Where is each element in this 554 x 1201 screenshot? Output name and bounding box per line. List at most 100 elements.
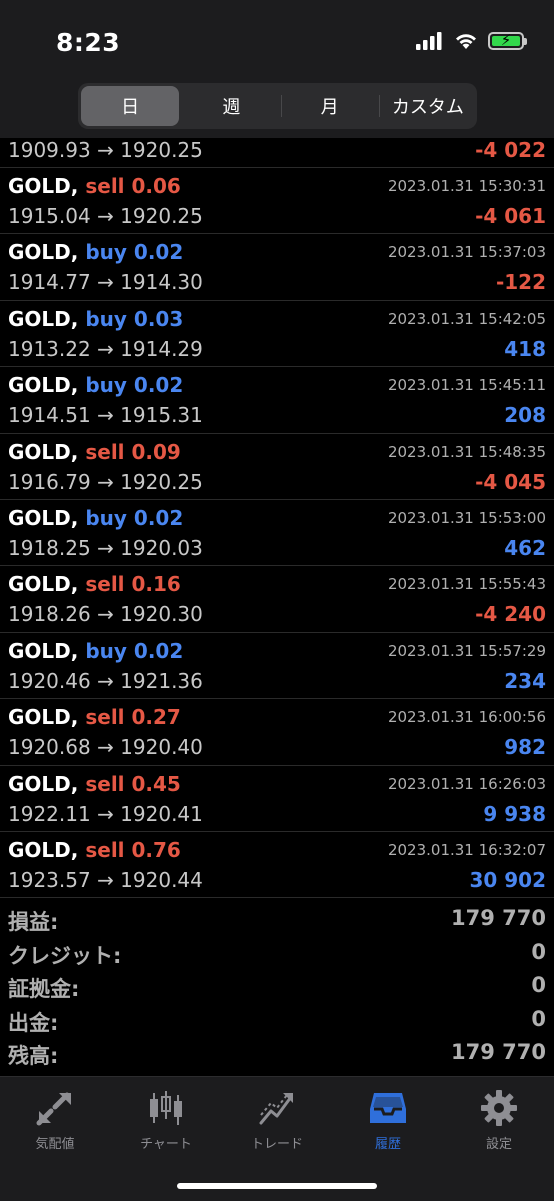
tab-settings[interactable]: 設定 (449, 1089, 549, 1152)
account-summary: 損益: 179 770 クレジット: 0 証拠金: 0 出金: 0 残高: 17… (0, 904, 554, 1072)
segment-week[interactable]: 週 (182, 83, 280, 129)
tab-quotes[interactable]: 気配値 (5, 1089, 105, 1152)
trade-datetime: 2023.01.31 15:30:31 (387, 177, 546, 195)
segment-day[interactable]: 日 (81, 86, 180, 126)
summary-value: 0 (531, 939, 546, 964)
trade-row[interactable]: GOLD, buy 0.03 2023.01.31 15:42:05 1913.22… (0, 301, 554, 368)
summary-label: 出金: (8, 1010, 59, 1035)
trade-prices: 1918.26 → 1920.30 (8, 602, 203, 627)
trade-side-volume: sell 0.09 (85, 439, 181, 464)
trade-row[interactable]: 1909.93 → 1920.25 -4 022 (0, 138, 554, 168)
summary-withdrawal: 出金: 0 (0, 1005, 554, 1039)
trade-history-list: 1909.93 → 1920.25 -4 022 GOLD, sell 0.06… (0, 138, 554, 899)
trade-title: GOLD, buy 0.02 (8, 506, 183, 530)
trade-symbol: GOLD, (8, 837, 79, 862)
trade-side-volume: buy 0.02 (85, 373, 184, 398)
trade-datetime: 2023.01.31 15:53:00 (387, 508, 546, 527)
trade-prices: 1914.51 → 1915.31 (8, 403, 203, 428)
status-time: 8:23 (56, 28, 121, 57)
summary-label: 残高: (8, 1044, 59, 1068)
trade-side-volume: sell 0.76 (85, 837, 181, 862)
trade-row[interactable]: GOLD, sell 0.06 2023.01.31 15:30:31 1915.0… (0, 168, 554, 235)
trade-datetime: 2023.01.31 16:00:56 (387, 708, 546, 727)
tab-label: 気配値 (35, 1137, 75, 1152)
wifi-icon (456, 34, 476, 49)
trade-title: GOLD, sell 0.76 (8, 838, 181, 862)
trade-profit: 30 902 (469, 867, 546, 892)
trade-profit: -4 022 (475, 138, 546, 162)
trade-profit: -4 240 (475, 602, 546, 627)
trade-side-volume: sell 0.45 (85, 771, 181, 796)
trade-datetime: 2023.01.31 16:26:03 (387, 774, 546, 793)
trade-side-volume: buy 0.03 (85, 306, 184, 331)
trade-prices: 1923.57 → 1920.44 (8, 867, 203, 892)
trade-row[interactable]: GOLD, sell 0.16 2023.01.31 15:55:43 1918.2… (0, 566, 554, 633)
summary-label: 証拠金: (8, 977, 80, 1001)
summary-value: 0 (531, 1006, 546, 1031)
trade-row[interactable]: GOLD, buy 0.02 2023.01.31 15:45:11 1914.51… (0, 367, 554, 434)
trade-row[interactable]: GOLD, buy 0.02 2023.01.31 15:53:00 1918.25… (0, 500, 554, 567)
trade-profit: -122 (495, 270, 546, 295)
trade-side-volume: buy 0.02 (85, 505, 184, 530)
trade-title: GOLD, sell 0.06 (8, 174, 181, 198)
bottom-tab-bar: 気配値 チャート トレード 履歴 設定 (0, 1076, 554, 1201)
trade-side-volume: sell 0.06 (85, 174, 181, 198)
trade-row[interactable]: GOLD, buy 0.02 2023.01.31 15:57:29 1920.46… (0, 633, 554, 700)
trade-row[interactable]: GOLD, sell 0.27 2023.01.31 16:00:56 1920.6… (0, 699, 554, 766)
trade-title: GOLD, sell 0.16 (8, 572, 181, 596)
trade-title: GOLD, buy 0.02 (8, 639, 183, 663)
trade-row[interactable]: GOLD, sell 0.45 2023.01.31 16:26:03 1922.1… (0, 766, 554, 832)
tab-chart[interactable]: チャート (116, 1089, 216, 1152)
trade-icon (259, 1093, 293, 1125)
settings-icon (481, 1090, 517, 1126)
tab-label: トレード (250, 1137, 303, 1152)
trade-profit: 462 (504, 535, 546, 560)
summary-value: 179 770 (451, 1040, 546, 1064)
trade-prices: 1916.79 → 1920.25 (8, 469, 203, 494)
tab-trade[interactable]: トレード (227, 1089, 327, 1152)
trade-title: GOLD, sell 0.09 (8, 440, 181, 464)
trade-datetime: 2023.01.31 16:32:07 (387, 840, 546, 859)
trade-side-volume: buy 0.02 (85, 638, 184, 663)
trade-symbol: GOLD, (8, 705, 79, 730)
trade-prices: 1920.68 → 1920.40 (8, 735, 203, 760)
trade-side-volume: buy 0.02 (85, 240, 184, 265)
trade-title: GOLD, sell 0.45 (8, 772, 181, 796)
trade-datetime: 2023.01.31 15:48:35 (387, 442, 546, 461)
tab-label: 設定 (485, 1137, 512, 1152)
trade-datetime: 2023.01.31 15:55:43 (387, 575, 546, 594)
trade-profit: 208 (504, 403, 546, 428)
summary-label: クレジット: (8, 943, 122, 968)
trade-symbol: GOLD, (8, 638, 79, 663)
quotes-icon (36, 1092, 71, 1126)
tab-history[interactable]: 履歴 (338, 1089, 438, 1152)
trade-title: GOLD, buy 0.02 (8, 240, 183, 264)
trade-prices: 1914.77 → 1914.30 (8, 270, 203, 295)
signal-icon (416, 32, 442, 50)
segment-custom[interactable]: カスタム (378, 83, 477, 129)
trade-title: GOLD, buy 0.03 (8, 307, 183, 331)
trade-symbol: GOLD, (8, 240, 79, 265)
trade-row[interactable]: GOLD, sell 0.09 2023.01.31 15:48:35 1916.7… (0, 434, 554, 500)
segment-month[interactable]: 月 (280, 83, 379, 129)
status-icons: ⚡ (416, 31, 527, 50)
trade-symbol: GOLD, (8, 771, 79, 796)
trade-symbol: GOLD, (8, 174, 79, 198)
trade-profit: 9 938 (483, 801, 546, 826)
tab-label: 履歴 (374, 1137, 401, 1152)
trade-prices: 1922.11 → 1920.41 (8, 801, 203, 826)
trade-profit: 234 (504, 668, 546, 693)
summary-profit: 損益: 179 770 (0, 904, 554, 938)
trade-symbol: GOLD, (8, 505, 79, 530)
summary-credit: クレジット: 0 (0, 938, 554, 972)
trade-profit: 418 (504, 336, 546, 361)
trade-row[interactable]: GOLD, buy 0.02 2023.01.31 15:37:03 1914.77… (0, 234, 554, 301)
summary-value: 0 (531, 973, 546, 997)
trade-datetime: 2023.01.31 15:42:05 (387, 309, 546, 328)
summary-value: 179 770 (451, 906, 546, 930)
battery-icon: ⚡ (488, 31, 527, 50)
summary-balance: 残高: 179 770 (0, 1038, 554, 1072)
trade-title: GOLD, sell 0.27 (8, 705, 181, 729)
trade-profit: 982 (504, 735, 546, 760)
trade-row[interactable]: GOLD, sell 0.76 2023.01.31 16:32:07 1923.5… (0, 832, 554, 899)
